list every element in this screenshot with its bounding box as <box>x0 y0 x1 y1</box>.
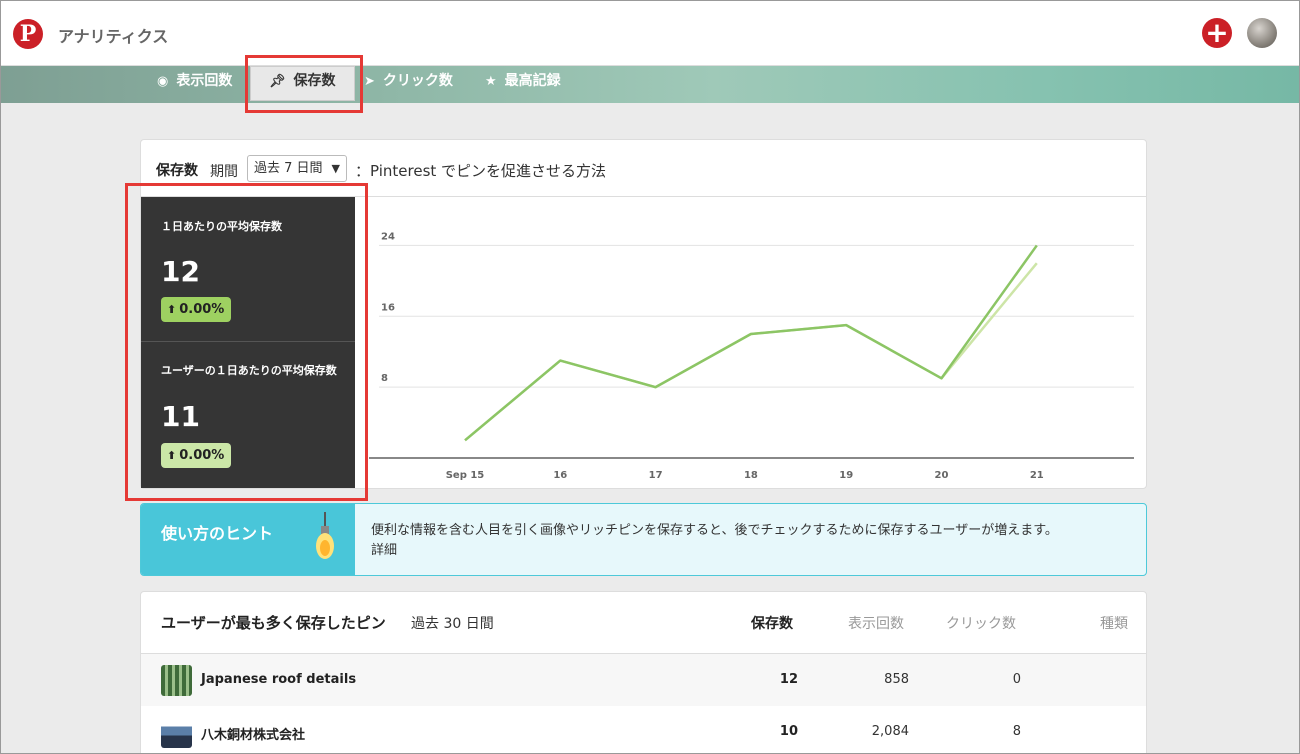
tab-label: クリック数 <box>382 73 453 89</box>
pin-thumbnail[interactable] <box>161 717 192 748</box>
lightbulb-icon <box>316 512 334 559</box>
tips-banner: 使い方のヒント 便利な情報を含む人目を引く画像やリッチピンを保存すると、後でチェ… <box>140 503 1147 576</box>
pin-name[interactable]: 八木銅材株式会社 <box>201 724 305 743</box>
plus-icon: + <box>1205 16 1229 49</box>
top-header: P アナリティクス + <box>0 0 1300 66</box>
x-tick-label: 20 <box>935 470 949 481</box>
column-type[interactable]: 種類 <box>1100 613 1128 633</box>
add-pin-button[interactable]: + <box>1202 18 1232 48</box>
tips-body: 便利な情報を含む人目を引く画像やリッチピンを保存すると、後でチェックするために保… <box>371 523 1058 538</box>
tips-more-link[interactable]: 詳細 <box>371 543 397 558</box>
card-title: 保存数 <box>156 163 198 179</box>
highlight-box-stats <box>125 183 368 501</box>
tab-clicks[interactable]: ➤ クリック数 <box>364 66 453 103</box>
y-tick-label: 24 <box>381 231 395 242</box>
cursor-icon: ➤ <box>364 74 375 89</box>
table-period: 過去 30 日間 <box>411 616 494 632</box>
tips-header: 使い方のヒント <box>141 504 355 575</box>
avatar[interactable] <box>1247 18 1277 48</box>
x-tick-label: 17 <box>649 470 663 481</box>
triangle-down-icon: ▼ <box>331 162 340 175</box>
pin-name[interactable]: Japanese roof details <box>201 672 356 687</box>
top-saved-pins-table: ユーザーが最も多く保存したピン 過去 30 日間 保存数 表示回数 クリック数 … <box>140 591 1147 754</box>
tab-label: 最高記録 <box>504 73 561 89</box>
eye-icon: ◉ <box>157 74 169 89</box>
pinterest-logo[interactable]: P <box>13 19 43 49</box>
cell-saves: 12 <box>779 672 798 687</box>
x-tick-label: 21 <box>1030 470 1044 481</box>
table-header: ユーザーが最も多く保存したピン 過去 30 日間 保存数 表示回数 クリック数 … <box>141 592 1146 654</box>
column-saves[interactable]: 保存数 <box>751 613 793 633</box>
highlight-box-tab <box>245 55 363 113</box>
analytics-nav: ◉ 表示回数 📌︎ 保存数 ➤ クリック数 ★ 最高記録 <box>0 66 1300 103</box>
cell-saves: 10 <box>779 724 798 739</box>
table-row[interactable]: 八木銅材株式会社 10 2,084 8 <box>141 706 1146 754</box>
table-row[interactable]: Japanese roof details 12 858 0 <box>141 654 1146 706</box>
table-title: ユーザーが最も多く保存したピン <box>161 614 386 632</box>
cell-clicks: 8 <box>1012 724 1021 739</box>
tips-text: 便利な情報を含む人目を引く画像やリッチピンを保存すると、後でチェックするために保… <box>371 521 1131 561</box>
tab-label: 表示回数 <box>176 73 233 89</box>
app-title: アナリティクス <box>58 27 169 46</box>
cell-clicks: 0 <box>1012 672 1021 687</box>
x-tick-label: 16 <box>553 470 567 481</box>
period-label: 期間 <box>210 164 238 180</box>
pin-thumbnail[interactable] <box>161 665 192 696</box>
y-tick-label: 16 <box>381 302 395 313</box>
cell-impressions: 858 <box>884 672 909 687</box>
column-impressions[interactable]: 表示回数 <box>848 613 904 633</box>
saves-line-chart: 8 16 24 Sep 15 16 17 18 19 20 21 <box>369 231 1134 481</box>
x-tick-label: Sep 15 <box>446 470 485 481</box>
cell-impressions: 2,084 <box>871 724 909 739</box>
tab-impressions[interactable]: ◉ 表示回数 <box>157 66 232 103</box>
x-tick-label: 19 <box>839 470 853 481</box>
tips-title: 使い方のヒント <box>161 524 274 543</box>
period-value: 過去 7 日間 <box>254 161 323 176</box>
column-clicks[interactable]: クリック数 <box>946 613 1016 633</box>
y-tick-label: 8 <box>381 373 388 384</box>
period-select[interactable]: 過去 7 日間 ▼ <box>247 155 347 182</box>
star-icon: ★ <box>485 74 497 89</box>
promo-link[interactable]: ：Pinterest でピンを促進させる方法 <box>355 160 606 181</box>
series-line <box>464 244 1038 442</box>
tab-top-records[interactable]: ★ 最高記録 <box>485 66 561 103</box>
x-tick-label: 18 <box>744 470 758 481</box>
series-line <box>464 262 1038 442</box>
